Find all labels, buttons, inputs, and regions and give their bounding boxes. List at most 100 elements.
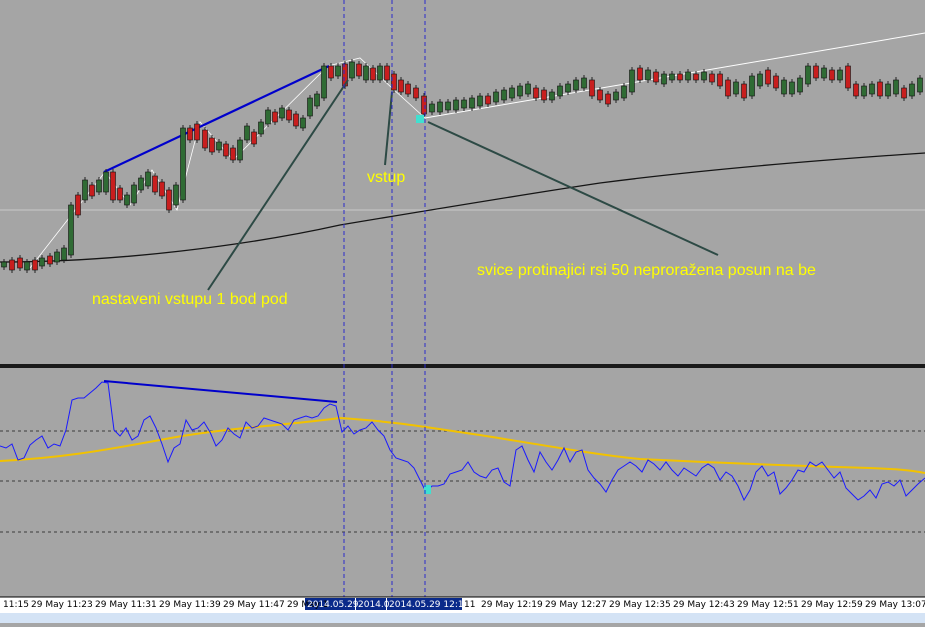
- candle-body: [370, 67, 376, 81]
- candle-body: [110, 171, 116, 201]
- candle-body: [517, 85, 523, 97]
- time-tick-label: 2014.05.29: [307, 600, 359, 610]
- candle-body: [469, 97, 475, 109]
- candle-body: [861, 85, 867, 97]
- candle-body: [429, 103, 435, 113]
- time-tick-label: 29 May 12:51: [737, 600, 799, 610]
- candle-body: [272, 111, 278, 123]
- candle-body: [693, 73, 699, 81]
- time-tick-label: 11: [464, 600, 475, 610]
- candle-body: [805, 65, 811, 85]
- candle-body: [749, 75, 755, 97]
- candle-body: [258, 121, 264, 135]
- candle-body: [821, 67, 827, 79]
- candle-body: [557, 85, 563, 97]
- candle-body: [286, 109, 292, 121]
- candle-body: [279, 107, 285, 119]
- candle-body: [485, 95, 491, 105]
- candle-body: [384, 65, 390, 81]
- candle-body: [223, 143, 229, 157]
- candle-body: [661, 73, 667, 85]
- candle-body: [131, 184, 137, 204]
- candle-body: [773, 75, 779, 89]
- candle-body: [445, 101, 451, 111]
- time-tick-label: 29 May 11:39: [159, 600, 221, 610]
- candle-body: [893, 79, 899, 95]
- candle-body: [202, 129, 208, 149]
- candle-body: [597, 89, 603, 101]
- time-tick-label: 29 May 12:27: [545, 600, 607, 610]
- candle-body: [917, 77, 923, 93]
- candle-body: [124, 194, 130, 206]
- candle-body: [377, 65, 383, 81]
- candle-body: [39, 257, 45, 267]
- candle-body: [685, 71, 691, 81]
- candle-body: [717, 73, 723, 87]
- candle-body: [437, 101, 443, 113]
- candle-body: [541, 89, 547, 101]
- candle-body: [837, 69, 843, 81]
- candle-body: [356, 63, 362, 77]
- candle-body: [68, 204, 74, 256]
- candle-body: [9, 259, 15, 271]
- candle-body: [166, 189, 172, 211]
- candle-body: [741, 83, 747, 99]
- time-tick-label: 29 May 12:19: [481, 600, 543, 610]
- candle-body: [421, 95, 427, 115]
- candle-body: [265, 109, 271, 125]
- candle-body: [61, 247, 67, 261]
- candle-body: [32, 259, 38, 271]
- candle-body: [589, 79, 595, 97]
- candle-body: [677, 73, 683, 81]
- candle-body: [1, 261, 7, 268]
- time-tick-label: 29 May 13:07: [865, 600, 925, 610]
- time-tick-label: 2014.0: [358, 600, 390, 610]
- candle-body: [869, 83, 875, 95]
- time-tick-label: 29 May 12:59: [801, 600, 863, 610]
- candle-body: [24, 261, 30, 271]
- candle-body: [637, 67, 643, 81]
- candle-body: [461, 99, 467, 109]
- candle-body: [194, 123, 200, 141]
- candle-body: [621, 85, 627, 99]
- candle-body: [605, 93, 611, 105]
- candle-body: [75, 194, 81, 216]
- time-tick-label: 2014.05.29 12:12: [389, 600, 469, 610]
- annotation-entry-setting: nastaveni vstupu 1 bod pod: [92, 291, 288, 308]
- candle-body: [293, 113, 299, 127]
- candle-body: [363, 65, 369, 81]
- entry-marker: [416, 115, 424, 123]
- candle-body: [335, 65, 341, 77]
- candle-body: [901, 87, 907, 99]
- candle-body: [405, 83, 411, 95]
- candle-body: [216, 141, 222, 151]
- time-tick-label: 11:15: [3, 600, 29, 610]
- pane-separator: [0, 364, 925, 368]
- candle-body: [244, 125, 250, 141]
- candle-body: [145, 171, 151, 187]
- bottom-scrollbar[interactable]: [0, 613, 925, 623]
- annotation-entry: vstup: [367, 169, 405, 186]
- candle-body: [829, 69, 835, 81]
- candle-body: [477, 95, 483, 107]
- candle-body: [501, 89, 507, 101]
- time-tick-label: 29 May 11:47: [223, 600, 285, 610]
- candle-body: [645, 69, 651, 81]
- candle-body: [669, 73, 675, 81]
- candle-body: [314, 93, 320, 107]
- candle-body: [725, 79, 731, 97]
- trading-chart[interactable]: nastaveni vstupu 1 bod pod vstup svice p…: [0, 0, 925, 623]
- candle-body: [152, 175, 158, 193]
- time-ticks: 11:15 29 May 11:23 29 May 11:31 29 May 11:3…: [3, 600, 925, 610]
- candle-body: [398, 79, 404, 93]
- candle-body: [885, 83, 891, 97]
- candle-body: [117, 187, 123, 201]
- candle-body: [187, 127, 193, 141]
- candle-body: [349, 61, 355, 79]
- candle-body: [877, 81, 883, 97]
- candle-body: [533, 87, 539, 99]
- candle-body: [789, 81, 795, 95]
- candle-body: [453, 99, 459, 111]
- candle-body: [173, 184, 179, 206]
- candle-body: [613, 91, 619, 101]
